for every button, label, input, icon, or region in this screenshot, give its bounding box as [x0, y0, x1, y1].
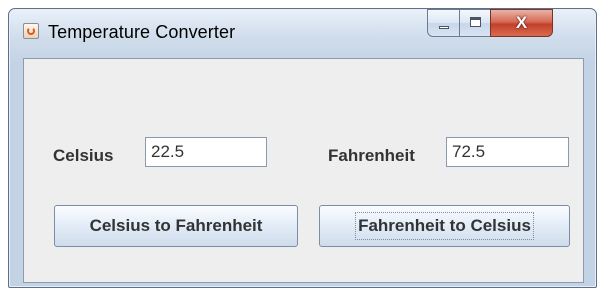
fahrenheit-to-celsius-button[interactable]: Fahrenheit to Celsius	[319, 205, 570, 247]
close-icon: X	[515, 13, 528, 32]
java-app-icon[interactable]	[23, 23, 39, 39]
maximize-button[interactable]	[459, 9, 491, 37]
fahrenheit-to-celsius-label: Fahrenheit to Celsius	[355, 212, 534, 240]
content-panel: Celsius Fahrenheit Celsius to Fahrenheit…	[23, 58, 584, 283]
title-bar[interactable]: Temperature Converter X	[9, 9, 596, 59]
minimize-icon	[439, 26, 449, 29]
fahrenheit-label: Fahrenheit	[328, 146, 415, 165]
maximize-icon	[470, 17, 481, 27]
celsius-label: Celsius	[53, 146, 114, 165]
celsius-input[interactable]	[145, 137, 267, 167]
celsius-to-fahrenheit-button[interactable]: Celsius to Fahrenheit	[54, 205, 298, 247]
close-button[interactable]: X	[490, 9, 553, 37]
fahrenheit-input[interactable]	[446, 137, 569, 167]
minimize-button[interactable]	[427, 9, 460, 37]
window-title: Temperature Converter	[48, 22, 236, 42]
app-window: Temperature Converter X Celsius Fahrenhe…	[8, 8, 597, 288]
